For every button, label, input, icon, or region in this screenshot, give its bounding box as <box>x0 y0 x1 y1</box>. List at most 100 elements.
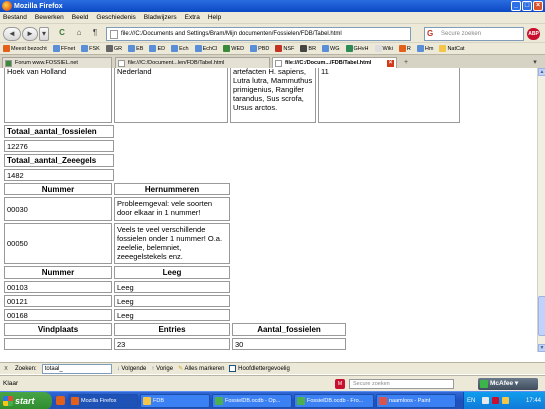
bookmark-item[interactable]: Wiki <box>374 45 393 52</box>
menu-bewerken[interactable]: Bewerken <box>35 14 64 21</box>
search-placeholder: Secure zoeken <box>441 31 482 37</box>
find-bar: x Zoeken: totaal_ ↓ Volgende ↑ Vorige ✎ … <box>0 362 545 374</box>
shield-icon <box>480 380 488 388</box>
taskbar-button-fdb[interactable]: FDB <box>140 394 210 408</box>
page-icon <box>110 30 118 39</box>
database-icon <box>297 397 305 405</box>
menu-bladwijzers[interactable]: Bladwijzers <box>144 14 177 21</box>
total-seeurchins-label: Totaal_aantal_Zeeegels <box>4 154 114 167</box>
tray-network-icon[interactable] <box>482 397 489 404</box>
history-dropdown-button[interactable]: ▾ <box>39 27 49 41</box>
firefox-window: Mozilla Firefox _ □ × Bestand Bewerken B… <box>0 0 545 409</box>
bookmark-item[interactable]: PBD <box>250 45 269 52</box>
bookmark-icon <box>416 45 424 52</box>
clock: 17:44 <box>525 398 541 404</box>
bookmark-item[interactable]: NatCat <box>439 45 465 52</box>
reload-button[interactable]: C <box>55 27 69 41</box>
bookmark-item[interactable]: EchCl <box>194 45 217 52</box>
taskbar-button-fossieldb-1[interactable]: FossielDB.ocdb - Op... <box>212 394 292 408</box>
scroll-up-icon[interactable]: ▲ <box>538 68 545 76</box>
title-bar: Mozilla Firefox _ □ × <box>0 0 545 12</box>
search-engine-icon[interactable]: G <box>427 29 437 39</box>
bookmark-item[interactable]: FFnet <box>52 45 75 52</box>
scroll-thumb[interactable] <box>538 296 545 336</box>
database-icon <box>215 397 223 405</box>
find-close-icon[interactable]: x <box>2 365 10 373</box>
forward-button[interactable]: ► <box>22 27 38 41</box>
renumber-header-renumber: Hernummeren <box>114 183 230 195</box>
tray-volume-icon[interactable] <box>502 397 509 404</box>
empty-row-number: 00121 <box>4 295 112 307</box>
bookmark-item[interactable]: WED <box>223 45 244 52</box>
find-prev-button[interactable]: ↑ Vorige <box>151 366 173 372</box>
status-text: Klaar <box>3 380 19 387</box>
start-button[interactable]: start <box>0 392 52 409</box>
bookmark-icon <box>322 45 330 52</box>
empty-row-value: Leeg <box>114 295 230 307</box>
firefox-icon <box>71 397 79 405</box>
taskbar-button-fossieldb-2[interactable]: FossielDB.ocdb - Fro... <box>294 394 374 408</box>
renumber-row-number: 00030 <box>4 197 112 221</box>
cell-fossils: artefacten H. sapiens, Lutra lutra, Mamm… <box>230 68 316 123</box>
url-text: file:///C:/Documents and Settings/Bram/M… <box>121 31 342 37</box>
home-button[interactable]: ⌂ <box>72 27 86 41</box>
bookmark-icon <box>223 45 231 52</box>
bookmark-item[interactable]: Ech <box>171 45 189 52</box>
bookmark-icon <box>250 45 258 52</box>
close-button[interactable]: × <box>533 1 543 11</box>
bookmark-icon <box>81 45 89 52</box>
taskbar-button-firefox[interactable]: Mozilla Firefox <box>68 394 138 408</box>
vertical-scrollbar[interactable]: ▲ ▼ <box>537 68 545 352</box>
bookmark-item[interactable]: Meest bezocht <box>3 45 47 52</box>
menu-extra[interactable]: Extra <box>185 14 200 21</box>
find-input[interactable]: totaal_ <box>41 363 112 374</box>
tab-favicon <box>118 60 125 67</box>
scroll-down-icon[interactable]: ▼ <box>538 344 545 352</box>
siteadvisor-icon[interactable]: M <box>335 379 345 389</box>
close-tab-icon[interactable]: × <box>387 60 394 67</box>
empty-row-value: Leeg <box>114 309 230 321</box>
bookmark-addon-button[interactable]: ¶ <box>88 27 102 41</box>
menu-beeld[interactable]: Beeld <box>72 14 89 21</box>
highlight-all-button[interactable]: ✎ Alles markeren <box>178 365 224 372</box>
bookmark-icon <box>52 45 60 52</box>
bookmark-item[interactable]: NSF <box>275 45 294 52</box>
total-seeurchins-value: 1482 <box>4 169 114 181</box>
empty-row-value: Leeg <box>114 281 230 293</box>
bookmark-item[interactable]: WG <box>322 45 340 52</box>
navigation-bar: ◄ ► ▾ C ⌂ ¶ file:///C:/Documents and Set… <box>0 23 545 42</box>
url-bar[interactable]: file:///C:/Documents and Settings/Bram/M… <box>106 27 411 41</box>
bookmark-item[interactable]: FSK <box>81 45 100 52</box>
bookmark-item[interactable]: Hm <box>416 45 433 52</box>
bookmark-item[interactable]: R <box>398 45 411 52</box>
menu-help[interactable]: Help <box>208 14 221 21</box>
renumber-row-note: Probleemgeval: vele soorten door elkaar … <box>114 197 230 221</box>
taskbar-button-paint[interactable]: naamloos - Paint <box>376 394 456 408</box>
back-button[interactable]: ◄ <box>3 27 21 41</box>
search-input[interactable]: G Secure zoeken <box>424 27 524 41</box>
menu-bestand[interactable]: Bestand <box>3 14 27 21</box>
renumber-row-number: 00050 <box>4 223 112 264</box>
adblock-icon[interactable]: ABP <box>527 28 540 40</box>
quicklaunch-firefox-icon[interactable] <box>56 396 65 405</box>
arrow-down-icon: ↓ <box>116 365 120 372</box>
secure-search-box[interactable]: Secure zoeken <box>349 379 454 389</box>
language-indicator[interactable]: EN <box>467 392 475 409</box>
match-case-checkbox[interactable]: Hoofdlettergevoelig <box>229 364 290 372</box>
maximize-button[interactable]: □ <box>522 1 532 11</box>
bookmark-item[interactable]: EB <box>128 45 143 52</box>
location-header-entries: Entries <box>114 323 230 336</box>
windows-logo-icon <box>3 396 13 406</box>
empty-header-number: Nummer <box>4 266 112 279</box>
cell-location: Hoek van Holland <box>4 68 112 123</box>
tray-mcafee-icon[interactable] <box>492 397 499 404</box>
find-next-button[interactable]: ↓ Volgende <box>117 366 147 372</box>
bookmark-item[interactable]: BR <box>300 45 316 52</box>
highlight-icon: ✎ <box>178 366 184 372</box>
minimize-button[interactable]: _ <box>511 1 521 11</box>
bookmark-item[interactable]: ED <box>149 45 165 52</box>
bookmark-item[interactable]: GHvH <box>345 45 369 52</box>
mcafee-button[interactable]: McAfee ▾ <box>478 378 538 390</box>
bookmark-item[interactable]: GR <box>105 45 122 52</box>
menu-geschiedenis[interactable]: Geschiedenis <box>96 14 135 21</box>
